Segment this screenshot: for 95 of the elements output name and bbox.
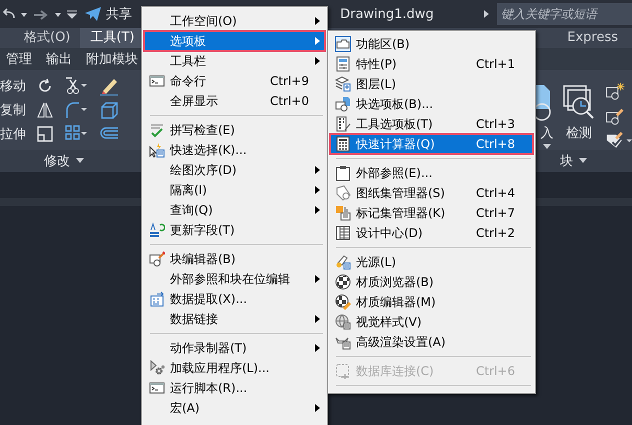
shortcut-text: Ctrl+3 bbox=[476, 117, 515, 131]
console-icon bbox=[149, 73, 165, 89]
tool-label[interactable]: 移动 bbox=[0, 77, 26, 95]
menu-item[interactable]: 材质浏览器(B) bbox=[330, 272, 533, 292]
layers-icon bbox=[335, 76, 351, 92]
expand-arrow-icon[interactable] bbox=[482, 8, 490, 20]
undo-icon[interactable] bbox=[2, 7, 16, 21]
menu-item[interactable]: 查询(Q) bbox=[144, 200, 325, 220]
search-field[interactable]: 键入关键字或短语 bbox=[497, 3, 632, 25]
menu-item[interactable]: 绘图次序(D) bbox=[144, 160, 325, 180]
ribbon-tab[interactable]: 格式(O) bbox=[14, 28, 80, 48]
tool-label[interactable]: 复制 bbox=[0, 101, 26, 119]
properties-icon bbox=[335, 56, 351, 72]
menu-item[interactable]: 标记集管理器(K) Ctrl+7 bbox=[330, 203, 533, 223]
check-icon bbox=[149, 122, 165, 138]
caret-icon[interactable] bbox=[579, 158, 587, 164]
panel-tab[interactable]: 附加模块 bbox=[86, 50, 138, 68]
menu-item[interactable]: 工具选项板(T) Ctrl+3 bbox=[330, 114, 533, 134]
clipboard-icon bbox=[335, 165, 351, 181]
tool-label[interactable]: 入 bbox=[540, 124, 554, 142]
attribute-icon[interactable] bbox=[604, 131, 632, 150]
checker-ball-icon bbox=[335, 294, 351, 310]
menu-item[interactable]: 块选项板(B)... bbox=[330, 94, 533, 114]
shortcut-text: Ctrl+8 bbox=[476, 137, 515, 151]
shortcut-text: Ctrl+1 bbox=[476, 57, 515, 71]
console-icon bbox=[149, 380, 165, 396]
menu-item[interactable]: 快速计算器(Q) Ctrl+8 bbox=[330, 134, 533, 154]
shortcut-text: Ctrl+4 bbox=[476, 186, 515, 200]
share-button[interactable]: 共享 bbox=[82, 5, 134, 23]
menu-item[interactable]: 运行脚本(R)... bbox=[144, 378, 325, 398]
markup-icon bbox=[335, 205, 351, 221]
menu-item: 数据库连接(C) Ctrl+6 bbox=[330, 361, 533, 381]
shortcut-text: Ctrl+6 bbox=[476, 364, 515, 378]
tool-label[interactable]: 检测 bbox=[566, 124, 592, 142]
menu-item[interactable]: 特性(P) Ctrl+1 bbox=[330, 54, 533, 74]
menu-item[interactable]: 隔离(I) bbox=[144, 180, 325, 200]
mirror-icon[interactable] bbox=[36, 101, 54, 119]
menu-item[interactable]: 全屏显示 Ctrl+0 bbox=[144, 91, 325, 111]
menu-item[interactable]: 数据链接 bbox=[144, 309, 325, 329]
menu-item[interactable]: 块编辑器(B) bbox=[144, 249, 325, 269]
lamp-icon bbox=[335, 254, 351, 270]
ribbon-icon bbox=[335, 36, 351, 52]
menu-item[interactable]: 更新字段(T) bbox=[144, 220, 325, 240]
table-arrow-icon bbox=[149, 291, 165, 307]
cursor-list-icon bbox=[149, 142, 165, 158]
shortcut-text: Ctrl+2 bbox=[476, 226, 515, 240]
block-pencil-icon bbox=[149, 251, 165, 267]
menu-item[interactable]: 工作空间(O) bbox=[144, 11, 325, 31]
menu-item[interactable]: 工具栏 bbox=[144, 51, 325, 71]
panel-title[interactable]: 修改 bbox=[44, 152, 70, 170]
grid-icon bbox=[335, 225, 351, 241]
tool-label[interactable]: 拉伸 bbox=[0, 125, 26, 143]
menu-item[interactable]: 数据提取(X)... bbox=[144, 289, 325, 309]
menu-item[interactable]: 加载应用程序(L)... bbox=[144, 358, 325, 378]
block-icon bbox=[335, 96, 351, 112]
menu-item[interactable]: 选项板 bbox=[144, 31, 325, 51]
menu-item[interactable]: 材质编辑器(M) bbox=[330, 292, 533, 312]
palette-icon bbox=[335, 116, 351, 132]
menu-item[interactable]: 快速选择(K)... bbox=[144, 140, 325, 160]
panel-title[interactable]: 块 bbox=[560, 152, 573, 170]
fillet-icon[interactable] bbox=[64, 100, 88, 120]
sheet-roll-icon bbox=[335, 185, 351, 201]
checker-ball-icon bbox=[335, 274, 351, 290]
field-update-icon bbox=[149, 222, 165, 238]
shortcut-text: Ctrl+7 bbox=[476, 206, 515, 220]
menu-item[interactable]: 宏(A) bbox=[144, 398, 325, 418]
create-block-icon[interactable] bbox=[604, 82, 626, 101]
gear-icon bbox=[149, 360, 165, 376]
menu-item[interactable]: 图层(L) bbox=[330, 74, 533, 94]
scale-icon[interactable] bbox=[36, 125, 54, 143]
menu-item[interactable]: 拼写检查(E) bbox=[144, 120, 325, 140]
erase-icon[interactable] bbox=[98, 76, 120, 96]
shortcut-text: Ctrl+0 bbox=[270, 94, 309, 108]
menu-item[interactable]: 外部参照(E)... bbox=[330, 163, 533, 183]
menu-item[interactable]: 视觉样式(V) bbox=[330, 312, 533, 332]
menu-item[interactable]: 功能区(B) bbox=[330, 34, 533, 54]
document-title: Drawing1.dwg bbox=[340, 6, 435, 22]
menu-item[interactable]: 动作录制器(T) bbox=[144, 338, 325, 358]
shortcut-text: Ctrl+9 bbox=[270, 74, 309, 88]
calculator-icon bbox=[335, 136, 351, 152]
menu-item[interactable]: 设计中心(D) Ctrl+2 bbox=[330, 223, 533, 243]
globe-icon bbox=[335, 314, 351, 330]
menu-item[interactable]: 图纸集管理器(S) Ctrl+4 bbox=[330, 183, 533, 203]
edit-block-icon[interactable] bbox=[604, 106, 626, 126]
menu-item[interactable]: 高级渲染设置(A) bbox=[330, 332, 533, 352]
trim-icon[interactable] bbox=[64, 76, 88, 96]
caret-icon[interactable] bbox=[76, 158, 84, 164]
ribbon-tab[interactable]: Express bbox=[563, 28, 622, 48]
menu-item[interactable]: 命令行 Ctrl+9 bbox=[144, 71, 325, 91]
panel-tab[interactable]: 输出 bbox=[46, 50, 72, 68]
database-icon bbox=[335, 363, 351, 379]
paper-plane-icon bbox=[84, 6, 102, 22]
menu-item[interactable]: 外部参照和块在位编辑 bbox=[144, 269, 325, 289]
menu-item[interactable]: 光源(L) bbox=[330, 252, 533, 272]
panel-tab[interactable]: 管理 bbox=[6, 50, 32, 68]
